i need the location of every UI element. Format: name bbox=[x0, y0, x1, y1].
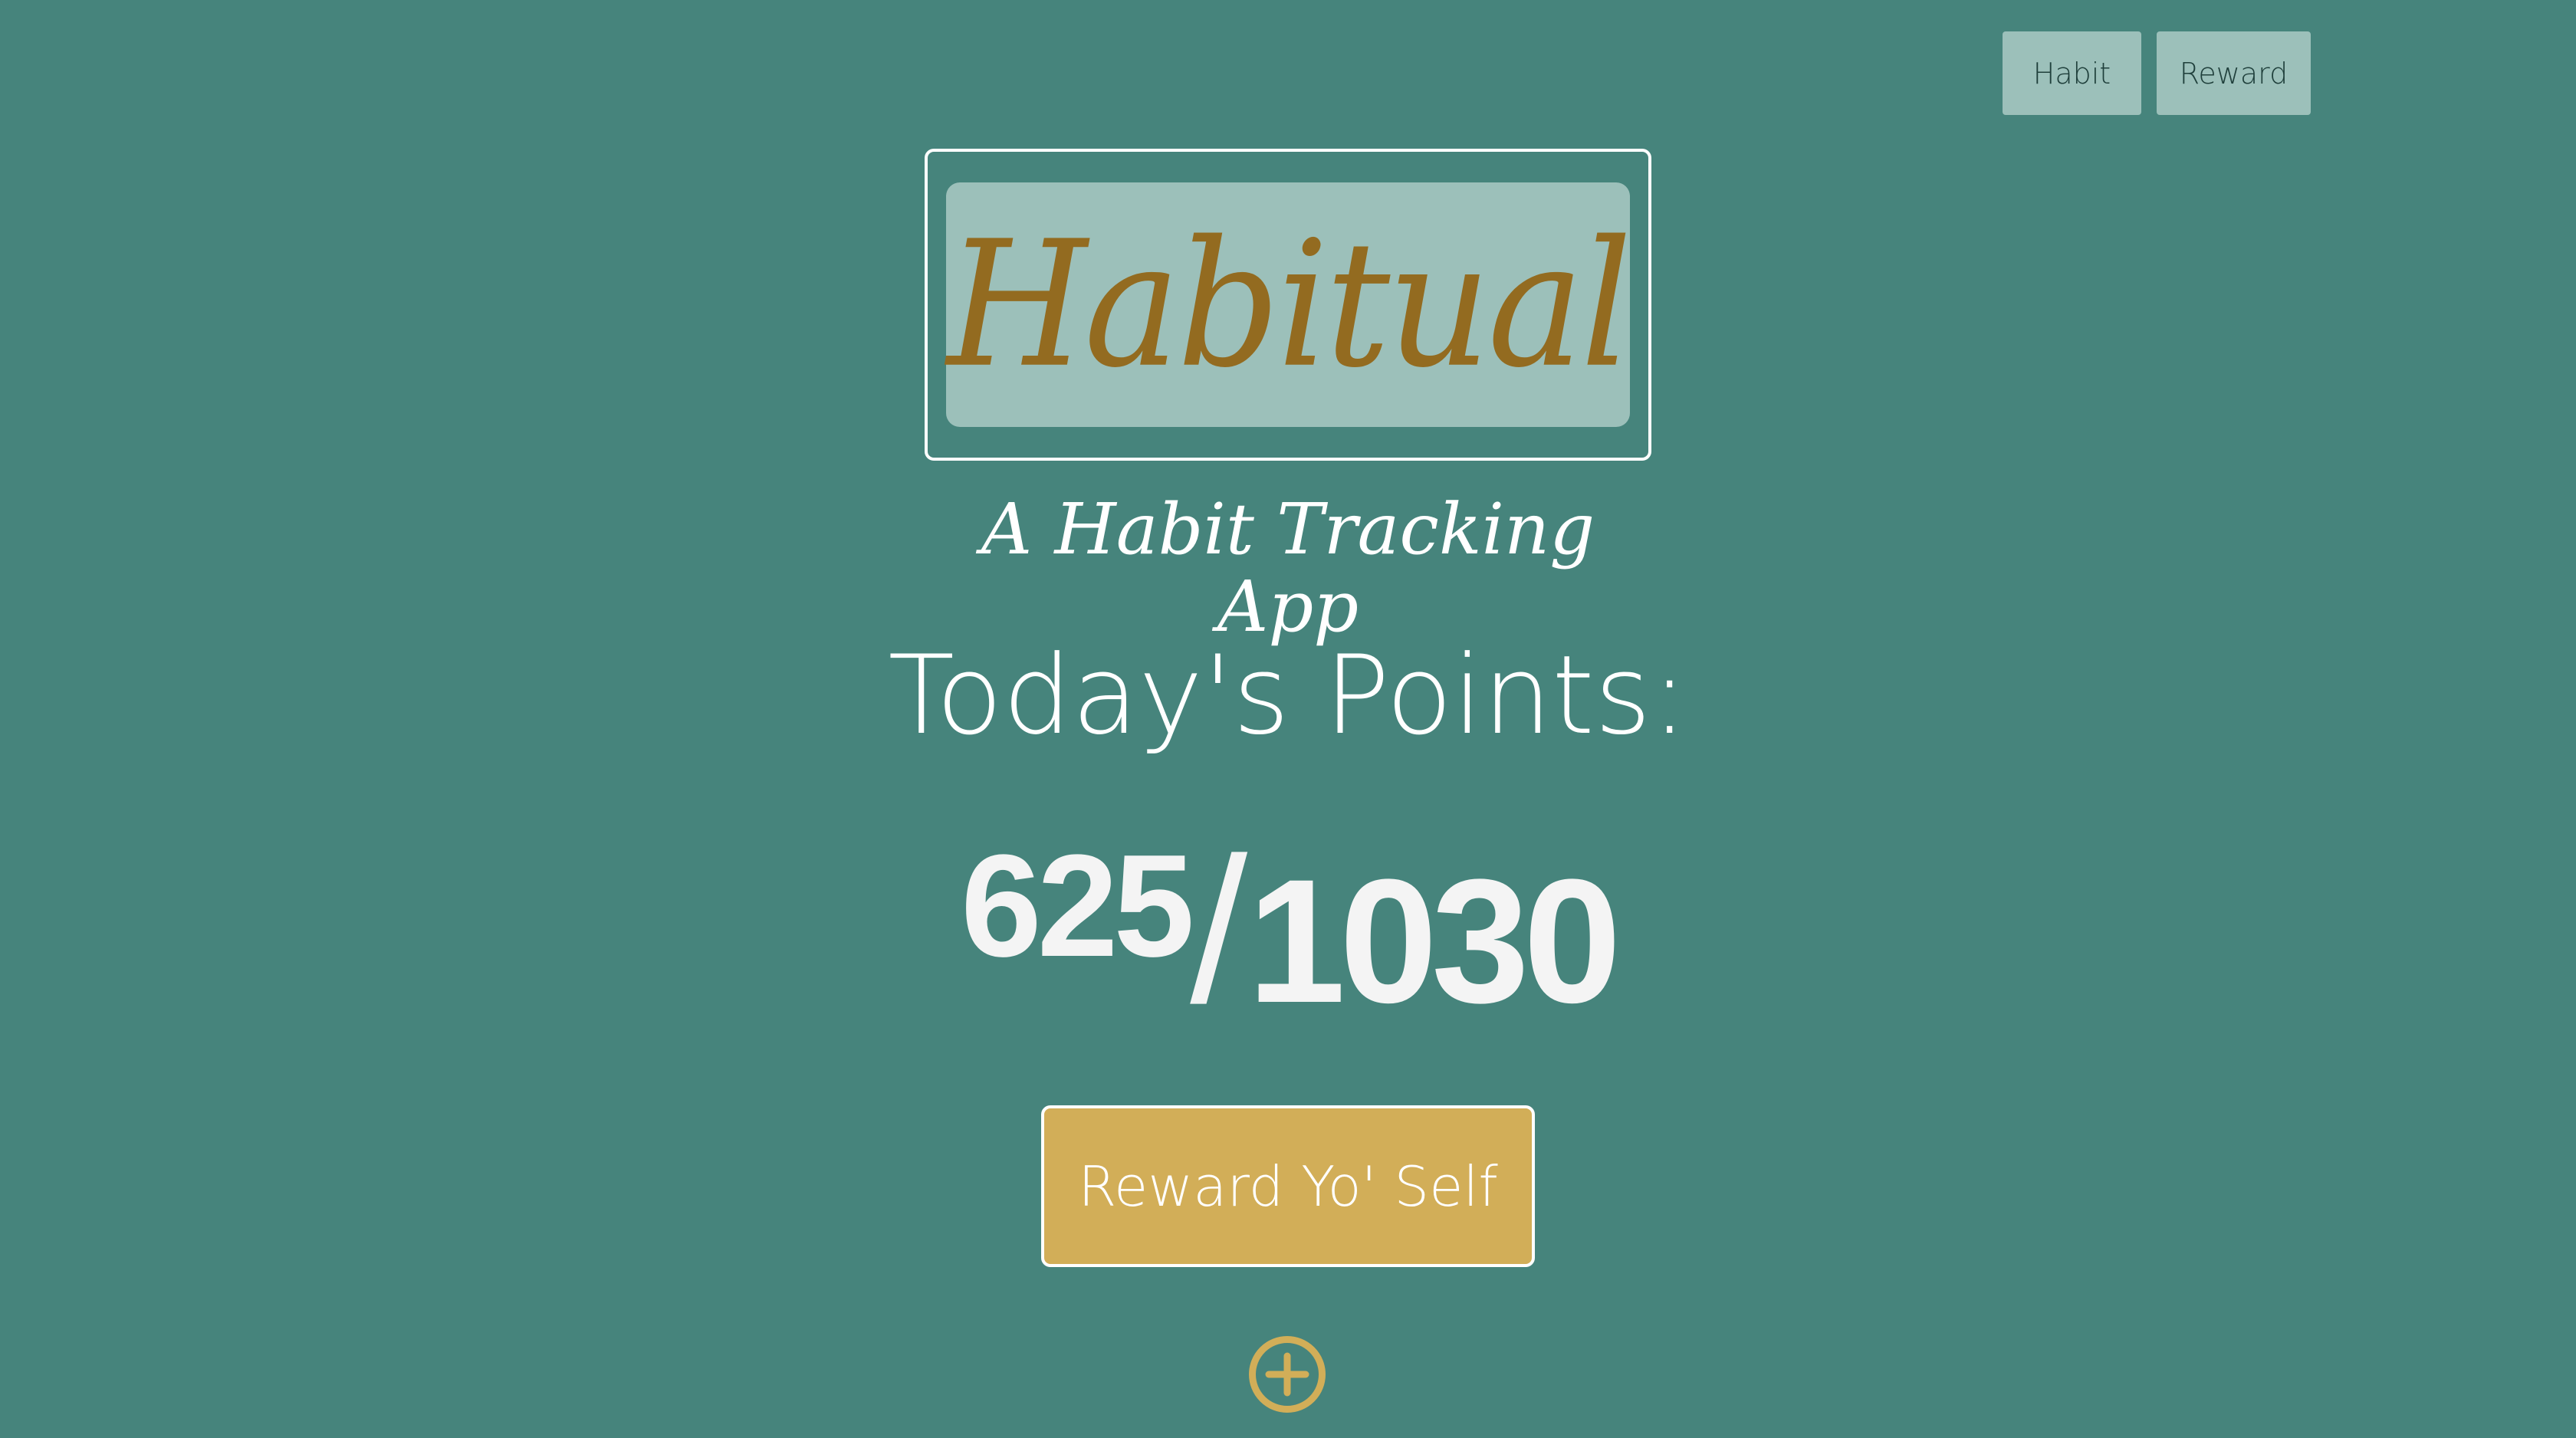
points-separator: / bbox=[1190, 816, 1248, 1046]
points-current: 625 bbox=[961, 825, 1194, 987]
plus-icon-glyph bbox=[1265, 1352, 1309, 1397]
points-title: Today's Points: bbox=[888, 632, 1688, 759]
logo-text: Habitual bbox=[947, 202, 1632, 406]
plus-circle-icon[interactable] bbox=[1249, 1336, 1326, 1413]
tagline: A Habit Tracking App bbox=[981, 488, 1595, 648]
reward-nav-button[interactable]: Reward bbox=[2157, 31, 2311, 115]
logo: Habitual bbox=[946, 182, 1632, 427]
reward-yo-self-button[interactable]: Reward Yo' Self bbox=[1041, 1105, 1535, 1267]
top-nav: Habit Reward bbox=[2003, 31, 2311, 115]
habit-nav-button[interactable]: Habit bbox=[2003, 31, 2141, 115]
points-score: 625/1030 bbox=[905, 813, 1671, 1050]
points-total: 1030 bbox=[1247, 842, 1622, 1039]
